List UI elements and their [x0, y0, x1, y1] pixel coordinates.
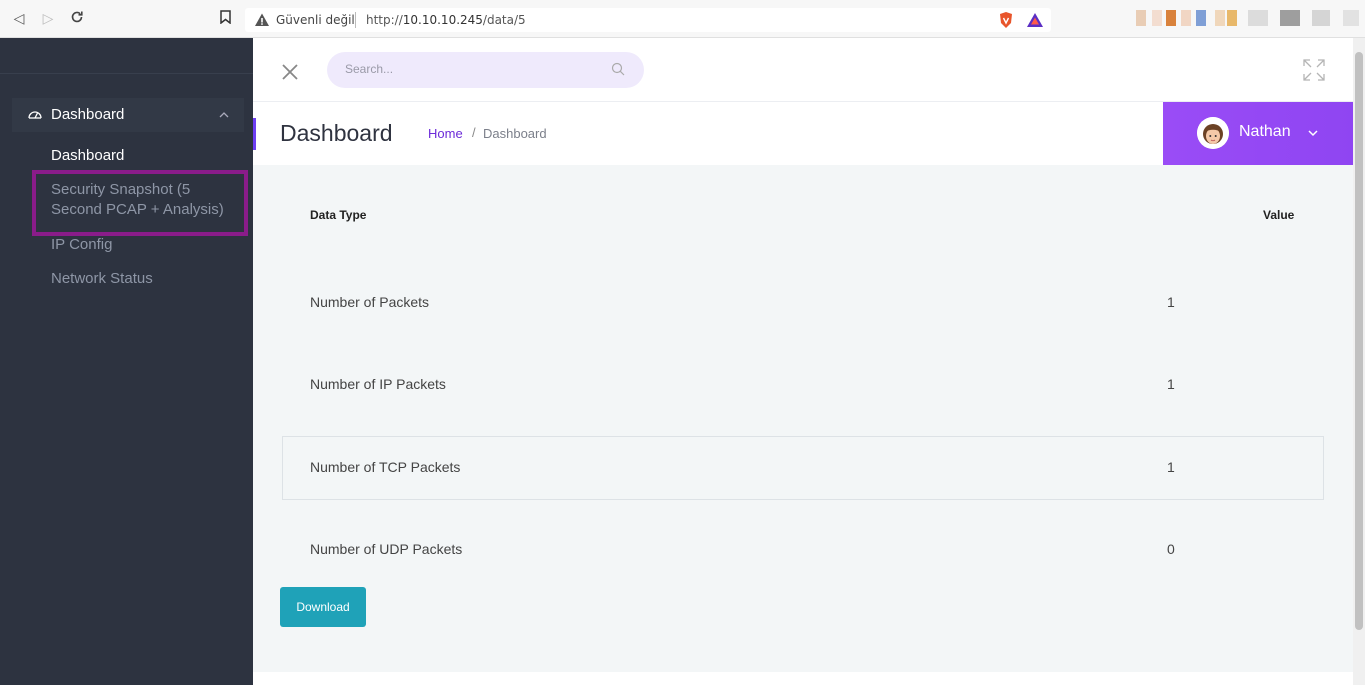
chevron-up-icon[interactable] [218, 110, 230, 120]
avatar [1197, 117, 1229, 149]
bookmark-icon[interactable] [217, 10, 233, 28]
table-header-value: Value [1263, 208, 1295, 222]
fullscreen-icon[interactable] [1302, 58, 1326, 82]
sidebar-item-ip-config[interactable]: IP Config [51, 235, 112, 255]
extension-icon[interactable] [1166, 10, 1176, 26]
table-row: Number of UDP Packets 0 [282, 518, 1324, 582]
warning-icon [255, 13, 269, 26]
sidebar-group-label: Dashboard [51, 106, 125, 123]
extension-icon[interactable] [1136, 10, 1146, 26]
download-button[interactable]: Download [280, 587, 366, 627]
browser-toolbar: ◁ ▷ Güvenli değil http://10.10.10.245/da… [0, 0, 1365, 38]
extension-icon[interactable] [1181, 10, 1191, 26]
extension-icon[interactable] [1248, 10, 1268, 26]
main-content: Data Type Value Number of Packets 1 Numb… [253, 165, 1353, 672]
user-name: Nathan [1239, 123, 1291, 140]
url-text[interactable]: http://10.10.10.245/data/5 [366, 12, 526, 28]
row-value: 1 [1167, 294, 1175, 310]
breadcrumb-home[interactable]: Home [428, 126, 463, 141]
chevron-down-icon[interactable] [1308, 129, 1318, 137]
close-icon[interactable] [280, 62, 300, 82]
row-label: Number of TCP Packets [310, 459, 461, 475]
row-label: Number of IP Packets [310, 376, 446, 392]
row-value: 0 [1167, 541, 1175, 557]
table-row: Number of Packets 1 [282, 271, 1324, 335]
top-header: Search... [253, 38, 1353, 102]
user-menu[interactable]: Nathan [1163, 102, 1353, 165]
row-value: 1 [1167, 376, 1175, 392]
extension-icon[interactable] [1343, 10, 1359, 26]
sidebar: Dashboard Dashboard Security Snapshot (5… [0, 38, 253, 685]
extension-icon[interactable] [1196, 10, 1206, 26]
search-placeholder: Search... [345, 62, 394, 76]
extension-icon[interactable] [1215, 10, 1225, 26]
extension-icon[interactable] [1152, 10, 1162, 26]
address-bar[interactable]: Güvenli değil http://10.10.10.245/data/5 [245, 8, 1051, 32]
insecure-label: Güvenli değil [276, 13, 355, 27]
sidebar-divider [0, 73, 253, 74]
extension-icon[interactable] [1280, 10, 1300, 26]
scrollbar-thumb[interactable] [1355, 52, 1363, 630]
breadcrumb-separator: / [472, 125, 476, 140]
search-input[interactable]: Search... [327, 52, 644, 88]
row-value: 1 [1167, 459, 1175, 475]
back-icon[interactable]: ◁ [10, 10, 28, 28]
table-header-data-type: Data Type [310, 208, 367, 222]
sidebar-item-network-status[interactable]: Network Status [51, 269, 153, 289]
brave-shield-icon[interactable] [998, 11, 1014, 29]
page-title: Dashboard [280, 120, 393, 146]
highlight-annotation [32, 170, 248, 236]
sidebar-item-dashboard[interactable]: Dashboard [51, 146, 124, 166]
forward-icon[interactable]: ▷ [39, 10, 57, 28]
dashboard-icon [28, 111, 42, 119]
breadcrumb-current: Dashboard [483, 126, 547, 141]
search-icon[interactable] [611, 62, 625, 76]
rewards-icon[interactable] [1026, 12, 1044, 28]
table-row: Number of TCP Packets 1 [282, 436, 1324, 500]
page-title-bar: Dashboard Home / Dashboard [253, 102, 1163, 165]
reload-icon[interactable] [68, 10, 86, 28]
title-accent [253, 118, 256, 150]
scrollbar[interactable] [1353, 38, 1365, 685]
row-label: Number of UDP Packets [310, 541, 463, 557]
table-row: Number of IP Packets 1 [282, 353, 1324, 417]
extension-icon[interactable] [1227, 10, 1237, 26]
extension-icon[interactable] [1312, 10, 1330, 26]
sidebar-group-dashboard[interactable]: Dashboard [12, 98, 244, 132]
row-label: Number of Packets [310, 294, 430, 310]
url-divider [355, 12, 356, 28]
